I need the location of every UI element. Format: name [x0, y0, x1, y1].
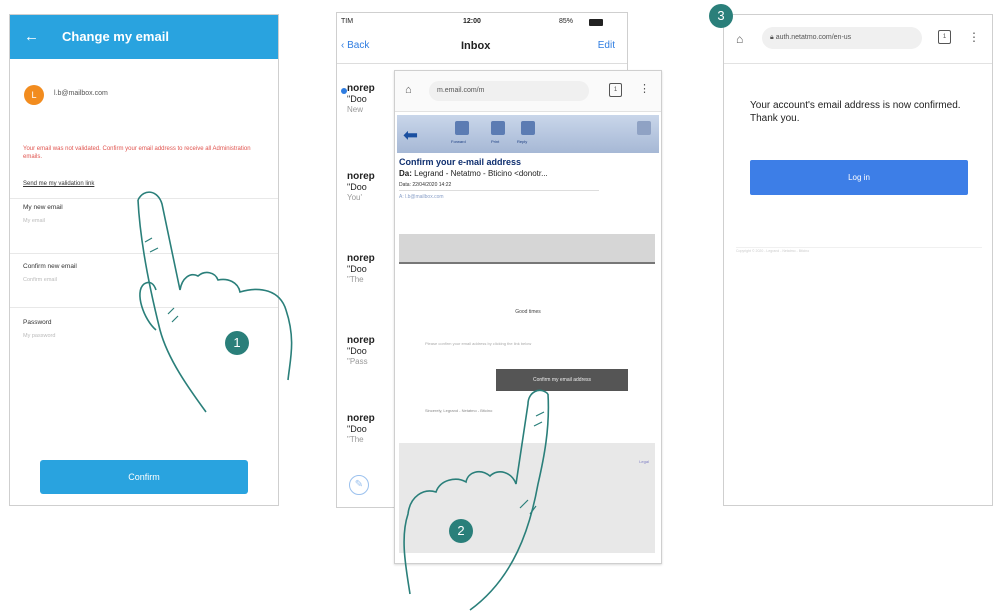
account-email: l.b@mailbox.com: [54, 90, 108, 97]
footer-link[interactable]: Legal: [639, 459, 649, 464]
confirm-email-field[interactable]: Confirm email: [23, 277, 57, 283]
edit-button[interactable]: Edit: [598, 40, 615, 51]
email-sender: Da: Legrand - Netatmo - Bticino <donotr.…: [399, 169, 548, 178]
clock: 12:00: [463, 18, 481, 25]
inbox-nav: ‹ Back Inbox Edit: [337, 33, 627, 64]
reply-label: Reply: [517, 139, 528, 144]
webmail-toolbar: ⬅ Forward Print Reply: [397, 115, 659, 153]
from-value: Legrand - Netatmo - Bticino <donotr...: [414, 169, 548, 178]
step-badge: 1: [225, 331, 249, 355]
pointing-hand-icon: [137, 191, 293, 413]
step-badge: 2: [449, 519, 473, 543]
email-date: Data: 22/04/2020 14:22: [399, 182, 452, 188]
from-prefix: Da:: [399, 169, 412, 178]
battery-icon: [589, 19, 603, 26]
email-recipient: A: l.b@mailbox.com: [399, 194, 444, 200]
trash-icon[interactable]: [637, 121, 651, 135]
carrier: TIM: [341, 18, 354, 25]
confirm-button[interactable]: Confirm: [40, 460, 248, 494]
battery-level: 85%: [559, 18, 574, 25]
print-icon[interactable]: [491, 121, 505, 135]
url-text: auth.netatmo.com/en-us: [775, 34, 852, 41]
new-email-label: My new email: [23, 204, 63, 211]
forward-icon[interactable]: [455, 121, 469, 135]
pointing-hand-icon: [403, 389, 550, 611]
account-row: L l.b@mailbox.com: [24, 85, 264, 109]
print-label: Print: [491, 139, 500, 144]
new-email-field[interactable]: My email: [23, 218, 45, 224]
tabs-icon[interactable]: 1: [609, 83, 622, 97]
password-field[interactable]: My password: [23, 333, 55, 339]
validation-warning: Your email was not validated. Confirm yo…: [23, 146, 251, 160]
reply-arrow-icon[interactable]: ⬅: [403, 125, 418, 146]
back-arrow-icon[interactable]: ←: [24, 28, 39, 45]
more-menu-icon[interactable]: ⋮: [639, 82, 650, 95]
lock-icon: 🔒︎: [770, 34, 774, 41]
more-menu-icon[interactable]: ⋮: [968, 30, 980, 44]
confirmation-screen: ⌂ 🔒︎ auth.netatmo.com/en-us 1 ⋮ Your acc…: [723, 14, 993, 506]
back-label: Back: [347, 40, 370, 51]
avatar: L: [24, 85, 44, 105]
password-label: Password: [23, 319, 52, 326]
email-subject: Confirm your e-mail address: [399, 157, 522, 167]
status-bar: TIM 12:00 85%: [337, 13, 627, 33]
login-button[interactable]: Log in: [750, 160, 968, 195]
compose-icon[interactable]: ✎: [349, 475, 369, 495]
email-greeting: Good times: [515, 309, 541, 315]
confirm-email-label: Confirm new email: [23, 263, 77, 270]
tabs-icon[interactable]: 1: [938, 30, 951, 44]
address-bar[interactable]: 🔒︎ auth.netatmo.com/en-us: [762, 27, 922, 49]
step-badge: 3: [709, 4, 733, 28]
back-button[interactable]: ‹ Back: [341, 40, 369, 51]
resend-validation-link[interactable]: Send me my validation link: [23, 181, 94, 187]
email-body: Please confirm your email address by cli…: [425, 341, 532, 346]
unread-dot-icon: [341, 88, 347, 94]
confirmation-message: Your account's email address is now conf…: [750, 100, 961, 124]
folder-icon[interactable]: [521, 121, 535, 135]
home-icon[interactable]: ⌂: [405, 84, 412, 96]
divider: [736, 247, 982, 248]
inbox-title: Inbox: [461, 40, 491, 52]
footer-text: Copyright © 2020 - Legrand - Netatmo - B…: [736, 249, 810, 253]
app-header: ← Change my email: [10, 15, 278, 59]
address-bar[interactable]: m.email.com/m: [429, 81, 589, 101]
browser-toolbar: ⌂ m.email.com/m 1 ⋮: [395, 71, 661, 112]
home-icon[interactable]: ⌂: [736, 32, 743, 46]
email-banner: [399, 234, 655, 264]
page-title: Change my email: [62, 29, 169, 44]
browser-toolbar: ⌂ 🔒︎ auth.netatmo.com/en-us 1 ⋮: [724, 15, 992, 64]
forward-label: Forward: [451, 139, 466, 144]
divider: [399, 190, 599, 191]
